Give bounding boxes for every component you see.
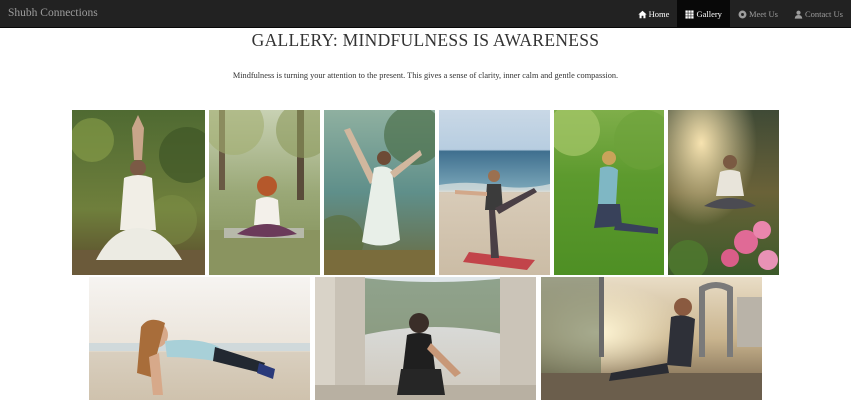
- gallery-photo-4[interactable]: [439, 110, 550, 275]
- grid-icon: [685, 9, 694, 19]
- nav-menu: Home Gallery Meet Us Contact Us: [630, 0, 851, 28]
- photo-meditation-flowers: [668, 110, 779, 275]
- gallery-photo-2[interactable]: [209, 110, 320, 275]
- nav-item-meet-us[interactable]: Meet Us: [730, 0, 786, 28]
- circle-info-icon: [738, 10, 747, 18]
- gallery-photo-7[interactable]: [89, 277, 310, 400]
- gallery-photo-9[interactable]: [541, 277, 762, 400]
- gallery-photo-1[interactable]: [72, 110, 205, 275]
- home-icon: [638, 10, 647, 18]
- nav-item-home[interactable]: Home: [630, 0, 678, 28]
- gallery-photo-8[interactable]: [315, 277, 536, 400]
- nav-item-contact-us-label: Contact Us: [804, 9, 843, 19]
- gallery-photo-3[interactable]: [324, 110, 435, 275]
- gallery-photo-6[interactable]: [668, 110, 779, 275]
- page-title: GALLERY: MINDFULNESS IS AWARENESS: [251, 30, 600, 50]
- photo-meditation-park: [209, 110, 320, 275]
- photo-outdoor-gym-stretch: [541, 277, 762, 400]
- photo-dancer-pose-sea: [324, 110, 435, 275]
- gallery-photo-5[interactable]: [554, 110, 664, 275]
- nav-item-contact-us[interactable]: Contact Us: [786, 0, 851, 28]
- nav-item-home-label: Home: [648, 9, 670, 19]
- photo-stretch-columns: [315, 277, 536, 400]
- photo-plank-beach: [89, 277, 310, 400]
- intro-text: Mindfulness is turning your attention to…: [232, 71, 619, 80]
- photo-lunge-grass: [554, 110, 664, 275]
- photo-beach-stretch: [439, 110, 550, 275]
- user-icon: [794, 10, 803, 19]
- brand-link[interactable]: Shubh Connections: [8, 7, 98, 19]
- nav-item-gallery[interactable]: Gallery: [677, 0, 730, 28]
- top-navbar: Shubh Connections Home Gallery Meet Us C…: [0, 0, 851, 28]
- nav-item-gallery-label: Gallery: [696, 9, 722, 19]
- photo-meditation-forest: [72, 110, 205, 275]
- nav-item-meet-us-label: Meet Us: [748, 9, 778, 19]
